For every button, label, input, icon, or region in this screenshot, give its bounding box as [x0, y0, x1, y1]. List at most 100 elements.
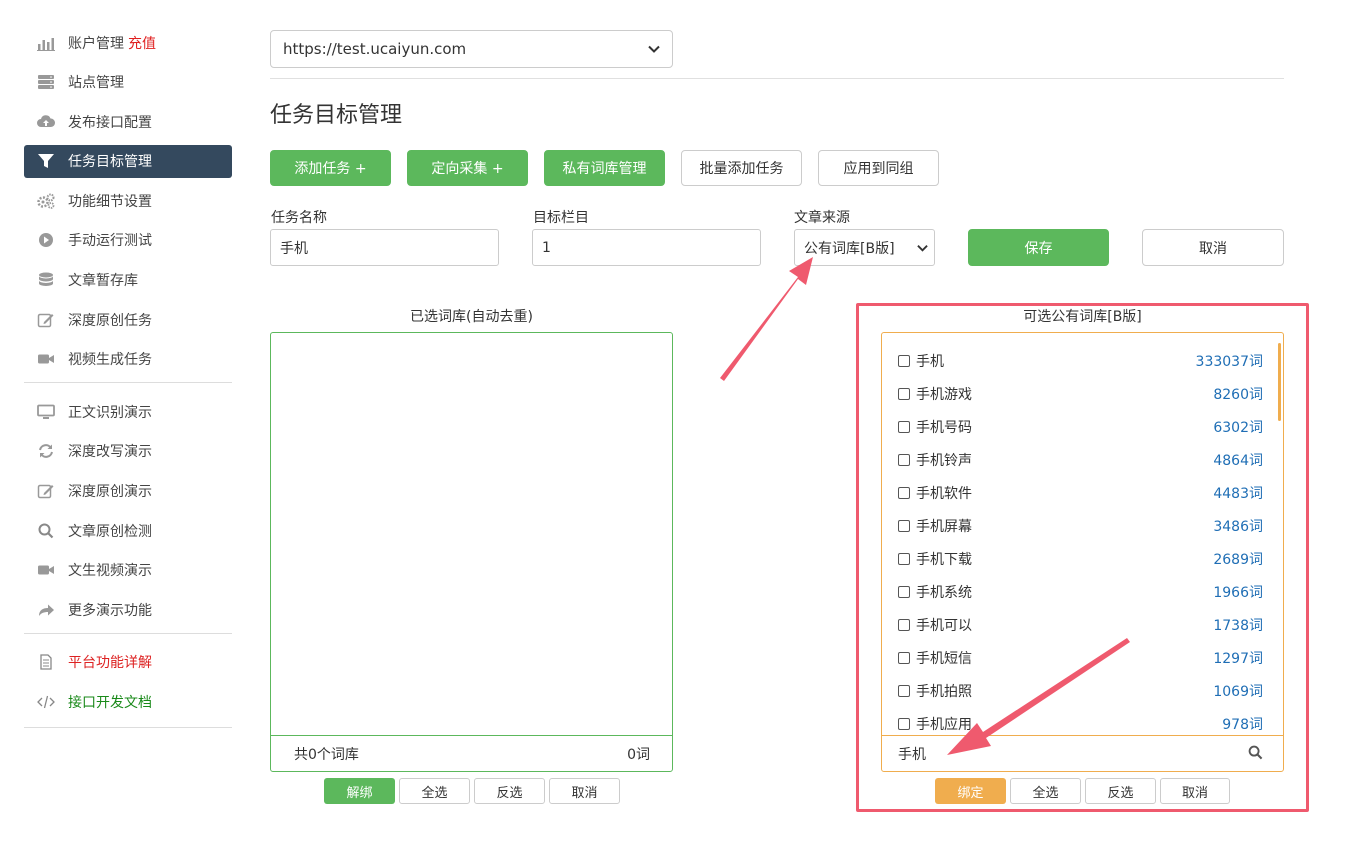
sidebar-item-deep-original[interactable]: 深度原创任务 — [24, 303, 232, 336]
library-name: 手机系统 — [916, 584, 972, 601]
task-name-label: 任务名称 — [271, 210, 327, 226]
sidebar-item-label: 站点管理 — [68, 75, 124, 92]
scrollbar[interactable] — [1278, 343, 1281, 421]
sidebar-item-tasks[interactable]: 任务目标管理 — [24, 144, 232, 178]
checkbox[interactable] — [898, 684, 910, 697]
checkbox[interactable] — [898, 486, 910, 499]
sidebar-item-originality-check[interactable]: 文章原创检测 — [24, 514, 232, 547]
sidebar-item-label: 文生视频演示 — [68, 563, 152, 580]
library-name: 手机游戏 — [916, 386, 972, 403]
list-item[interactable]: 手机 333037词 — [882, 344, 1283, 377]
database-icon — [36, 271, 56, 289]
library-search-input[interactable]: 手机 — [898, 744, 926, 764]
list-item-left: 手机屏幕 — [898, 516, 972, 536]
sidebar-divider — [24, 726, 232, 728]
sidebar-item-original-demo[interactable]: 深度原创演示 — [24, 475, 232, 508]
site-select[interactable]: https://test.ucaiyun.com — [270, 30, 673, 68]
server-icon — [36, 73, 56, 91]
checkbox[interactable] — [898, 519, 910, 532]
checkbox[interactable] — [898, 618, 910, 631]
list-item[interactable]: 手机可以 1738词 — [882, 608, 1283, 641]
list-item[interactable]: 手机屏幕 3486词 — [882, 509, 1283, 542]
invert-select-button[interactable]: 反选 — [1085, 778, 1156, 804]
checkbox[interactable] — [898, 585, 910, 598]
batch-add-button[interactable]: 批量添加任务 — [681, 150, 802, 186]
apply-group-button[interactable]: 应用到同组 — [818, 150, 939, 186]
sidebar-item-sites[interactable]: 站点管理 — [24, 66, 232, 99]
task-name-input[interactable]: 手机 — [270, 229, 499, 266]
private-lib-button[interactable]: 私有词库管理 — [544, 150, 665, 186]
list-item-left: 手机铃声 — [898, 450, 972, 470]
library-count: 4483词 — [1213, 485, 1263, 502]
list-item[interactable]: 手机下载 2689词 — [882, 542, 1283, 575]
library-count: 2689词 — [1213, 551, 1263, 568]
available-panel-title: 可选公有词库[B版] — [1023, 309, 1142, 325]
search-icon — [36, 522, 56, 540]
sidebar-item-more-demos[interactable]: 更多演示功能 — [24, 593, 232, 626]
list-item[interactable]: 手机系统 1966词 — [882, 575, 1283, 608]
library-name: 手机可以 — [916, 617, 972, 634]
sidebar-item-video-gen[interactable]: 视频生成任务 — [24, 343, 232, 376]
select-all-button[interactable]: 全选 — [399, 778, 470, 804]
sidebar-item-text-to-video[interactable]: 文生视频演示 — [24, 554, 232, 587]
target-column-input[interactable]: 1 — [532, 229, 761, 266]
list-item[interactable]: 手机铃声 4864词 — [882, 443, 1283, 476]
bind-button[interactable]: 绑定 — [935, 778, 1006, 804]
sidebar-item-publish-api[interactable]: 发布接口配置 — [24, 105, 232, 138]
sidebar-item-text-recognition-demo[interactable]: 正文识别演示 — [24, 395, 232, 428]
checkbox[interactable] — [898, 387, 910, 400]
library-count: 1738词 — [1213, 617, 1263, 634]
checkbox[interactable] — [898, 651, 910, 664]
list-item[interactable]: 手机软件 4483词 — [882, 476, 1283, 509]
sidebar-item-article-store[interactable]: 文章暂存库 — [24, 264, 232, 297]
sidebar-item-label: 深度原创演示 — [68, 484, 152, 501]
sidebar-item-label: 视频生成任务 — [68, 352, 152, 369]
search-icon[interactable] — [1248, 745, 1263, 764]
edit-icon — [36, 482, 56, 500]
invert-select-button[interactable]: 反选 — [474, 778, 545, 804]
library-name: 手机铃声 — [916, 452, 972, 469]
checkbox[interactable] — [898, 453, 910, 466]
library-name: 手机下载 — [916, 551, 972, 568]
sidebar-item-platform-docs[interactable]: 平台功能详解 — [24, 646, 232, 679]
checkbox[interactable] — [898, 552, 910, 565]
library-name: 手机号码 — [916, 419, 972, 436]
article-source-select[interactable]: 公有词库[B版] — [794, 229, 935, 266]
sidebar-item-rewrite-demo[interactable]: 深度改写演示 — [24, 435, 232, 468]
sidebar-item-label: 功能细节设置 — [68, 193, 152, 210]
recharge-link[interactable]: 充值 — [128, 33, 156, 53]
list-item[interactable]: 手机短信 1297词 — [882, 641, 1283, 674]
available-panel-footer-divider — [882, 735, 1283, 736]
select-all-button[interactable]: 全选 — [1010, 778, 1081, 804]
library-count: 4864词 — [1213, 452, 1263, 469]
sidebar-item-account[interactable]: 账户管理 充值 — [24, 26, 232, 59]
list-item-left: 手机软件 — [898, 483, 972, 503]
sidebar-item-manual-run[interactable]: 手动运行测试 — [24, 224, 232, 257]
cancel-select-button[interactable]: 取消 — [549, 778, 620, 804]
library-name: 手机应用 — [916, 716, 972, 733]
save-button[interactable]: 保存 — [968, 229, 1109, 266]
unbind-button[interactable]: 解绑 — [324, 778, 395, 804]
checkbox[interactable] — [898, 717, 910, 730]
list-item[interactable]: 手机应用 978词 — [882, 707, 1283, 735]
list-item[interactable]: 手机拍照 1069词 — [882, 674, 1283, 707]
list-item[interactable]: 手机号码 6302词 — [882, 410, 1283, 443]
cancel-button[interactable]: 取消 — [1142, 229, 1284, 266]
add-task-button[interactable]: 添加任务 + — [270, 150, 391, 186]
library-name: 手机软件 — [916, 485, 972, 502]
share-arrow-icon — [36, 601, 56, 619]
annotation-arrow-icon — [720, 257, 813, 381]
checkbox[interactable] — [898, 420, 910, 433]
directed-collect-button[interactable]: 定向采集 + — [407, 150, 528, 186]
checkbox[interactable] — [898, 354, 910, 367]
selected-count: 共0个词库 — [294, 747, 359, 763]
list-item[interactable]: 手机游戏 8260词 — [882, 377, 1283, 410]
sidebar-item-settings[interactable]: 功能细节设置 — [24, 184, 232, 217]
sidebar-item-api-docs[interactable]: 接口开发文档 — [24, 686, 232, 719]
sidebar-item-label: 账户管理 — [68, 35, 124, 52]
code-icon — [36, 693, 56, 711]
target-column-label: 目标栏目 — [533, 210, 589, 226]
sidebar-item-label: 更多演示功能 — [68, 602, 152, 619]
sidebar-item-label: 深度原创任务 — [68, 312, 152, 329]
cancel-select-button[interactable]: 取消 — [1160, 778, 1230, 804]
